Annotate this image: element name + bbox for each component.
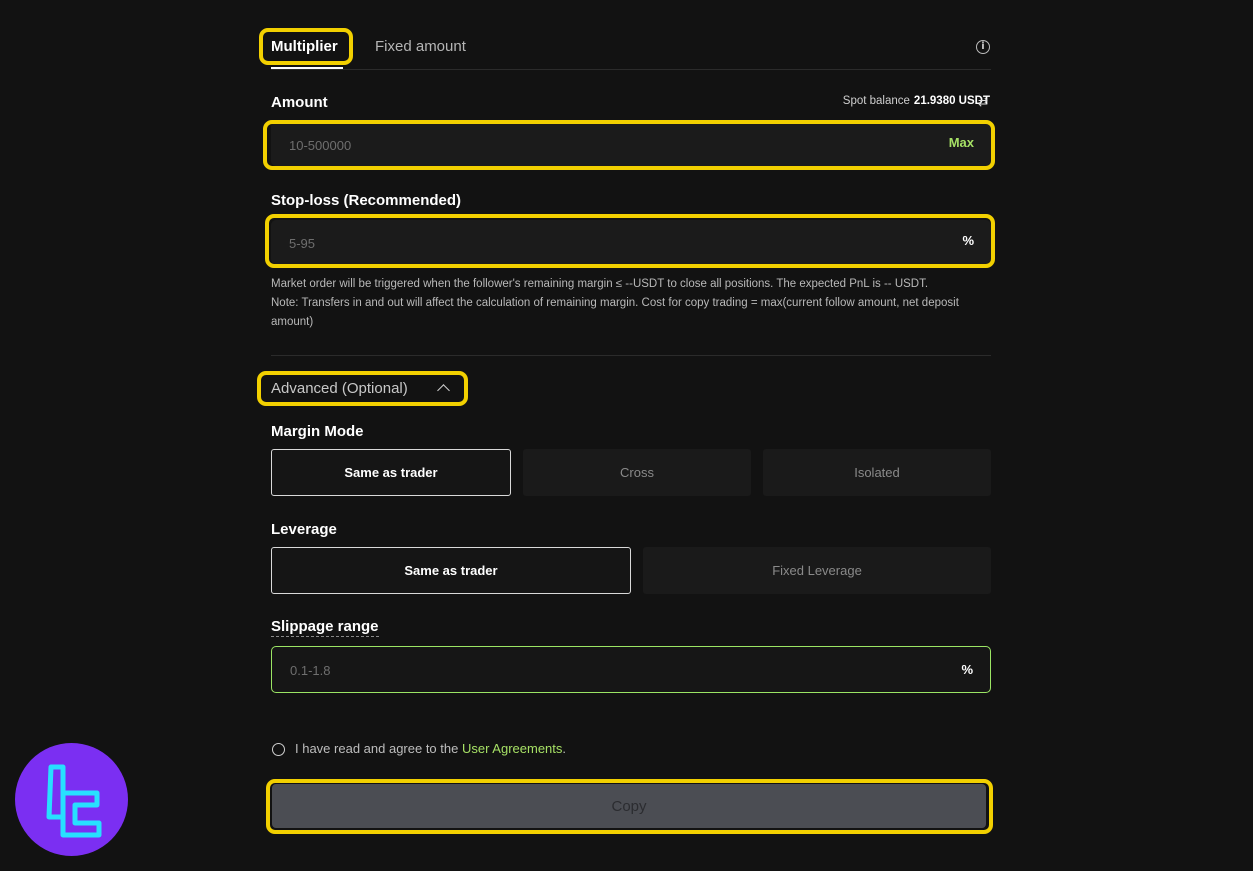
- section-divider: [271, 355, 991, 356]
- highlight-box-multiplier: [259, 28, 353, 65]
- stop-loss-label: Stop-loss (Recommended): [271, 192, 462, 209]
- agreement-prefix: I have read and agree to the: [295, 741, 462, 756]
- slippage-input-box: %: [271, 646, 991, 694]
- margin-mode-cross[interactable]: Cross: [523, 449, 751, 496]
- agreement-suffix: .: [562, 741, 567, 756]
- highlight-box-advanced: [257, 371, 468, 406]
- spot-balance: Spot balance 21.9380 USDT: [843, 95, 990, 107]
- amount-label: Amount: [271, 94, 328, 111]
- margin-mode-label: Margin Mode: [271, 423, 364, 440]
- margin-mode-same-as-trader[interactable]: Same as trader: [271, 449, 511, 496]
- highlight-box-stop-loss: [265, 214, 995, 268]
- swap-icon[interactable]: ⇄: [978, 95, 988, 109]
- agreement-text: I have read and agree to the User Agreem…: [295, 741, 566, 756]
- tab-divider: [271, 69, 991, 70]
- stop-loss-note: Market order will be triggered when the …: [271, 275, 993, 332]
- info-icon[interactable]: i: [976, 40, 990, 54]
- stop-loss-note-line1: Market order will be triggered when the …: [271, 278, 929, 290]
- leverage-same-as-trader[interactable]: Same as trader: [271, 547, 631, 594]
- margin-mode-isolated[interactable]: Isolated: [763, 449, 991, 496]
- tab-fixed-amount[interactable]: Fixed amount: [375, 38, 466, 55]
- leverage-label: Leverage: [271, 521, 337, 538]
- slippage-unit: %: [961, 662, 973, 677]
- stop-loss-note-line2: Note: Transfers in and out will affect t…: [271, 297, 959, 328]
- highlight-box-copy: [266, 779, 993, 834]
- brand-logo: [15, 743, 128, 856]
- slippage-label: Slippage range: [271, 618, 379, 637]
- leverage-fixed[interactable]: Fixed Leverage: [643, 547, 991, 594]
- agreement-radio[interactable]: [272, 743, 285, 756]
- user-agreements-link[interactable]: User Agreements: [462, 741, 562, 756]
- brand-logo-icon: [46, 764, 102, 838]
- highlight-box-amount: [263, 120, 995, 170]
- slippage-input[interactable]: [288, 647, 892, 694]
- spot-balance-label: Spot balance: [842, 95, 910, 107]
